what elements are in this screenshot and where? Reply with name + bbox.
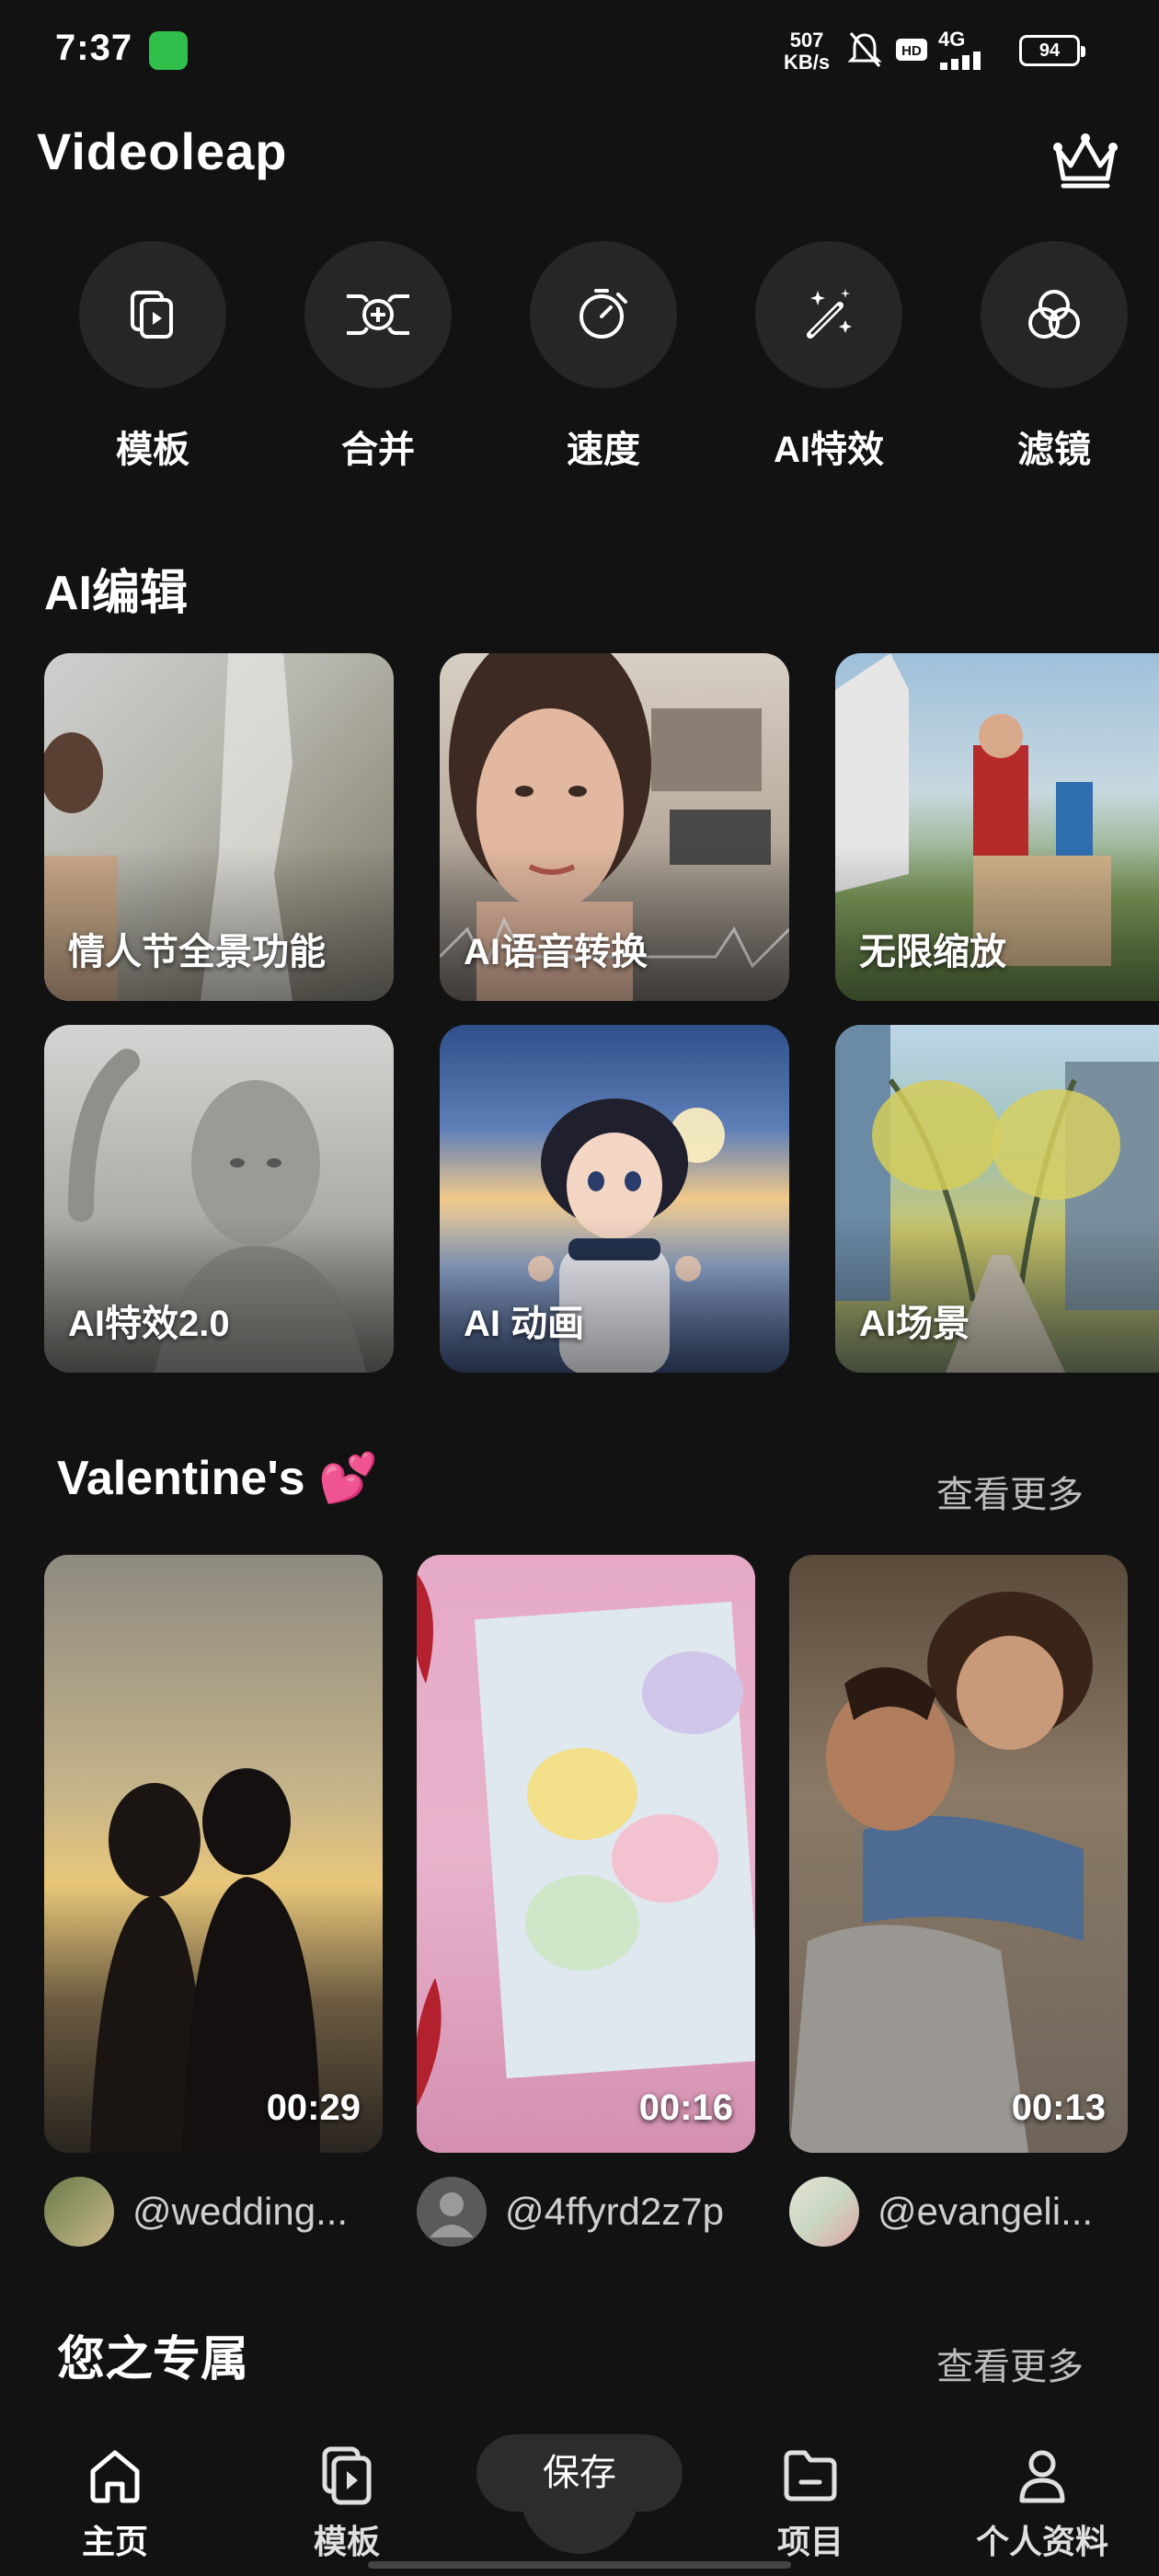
tool-merge[interactable]: 合并 <box>300 241 456 480</box>
tile-label: AI场景 <box>859 1304 970 1344</box>
tile-label: AI 动画 <box>464 1304 585 1344</box>
tool-label: 合并 <box>341 430 415 470</box>
home-icon <box>90 2450 140 2503</box>
status-bar: 7:37 507 KB/s HD 4G 94 <box>0 0 1159 101</box>
default-avatar-icon <box>430 2192 474 2237</box>
video-card[interactable]: 00:13 <box>789 1555 1128 2153</box>
tool-template[interactable]: 模板 <box>75 241 231 480</box>
video-duration: 00:16 <box>638 2087 733 2128</box>
ai-tile-infinite-zoom[interactable]: 无限缩放 <box>835 653 1159 1001</box>
tile-label: AI特效2.0 <box>68 1304 230 1344</box>
author-name: @wedding... <box>132 2190 349 2233</box>
nav-label: 项目 <box>776 2523 843 2560</box>
network-speed: 507 KB/s <box>784 29 830 74</box>
tools-row: 模板 合并 速度 AI特效 滤镜 <box>0 241 1159 480</box>
signal-icon <box>940 52 981 70</box>
template-icon <box>131 291 173 339</box>
nav-label: 主页 <box>81 2523 148 2560</box>
exclusive-section-title: 您之专属 <box>57 2333 249 2386</box>
nav-templates[interactable]: 模板 <box>264 2442 430 2563</box>
video-card[interactable]: 00:16 <box>417 1555 755 2153</box>
video-author[interactable]: @evangeli... <box>789 2175 1139 2248</box>
battery-icon: 94 <box>1019 35 1085 66</box>
filter-icon <box>1028 290 1080 339</box>
tool-circle <box>755 241 902 388</box>
template-icon <box>322 2446 372 2505</box>
tile-label: AI语音转换 <box>464 932 648 972</box>
ai-tile-ai-animation[interactable]: AI 动画 <box>440 1025 789 1373</box>
video-thumbnail <box>417 1573 755 2107</box>
nav-label: 个人资料 <box>975 2523 1108 2560</box>
author-name: @evangeli... <box>878 2190 1094 2233</box>
video-duration: 00:13 <box>1011 2087 1106 2128</box>
tool-label: 滤镜 <box>1017 430 1091 470</box>
avatar <box>789 2177 859 2247</box>
valentine-section-title: Valentine's 💕 <box>57 1452 378 1505</box>
avatar <box>44 2177 114 2247</box>
status-time: 7:37 <box>55 28 133 68</box>
tool-speed[interactable]: 速度 <box>525 241 682 480</box>
avatar <box>417 2177 487 2247</box>
notification-app-icon <box>149 31 188 70</box>
mute-icon <box>847 32 882 67</box>
save-button[interactable]: 保存 <box>476 2434 683 2512</box>
tile-label: 无限缩放 <box>859 932 1006 972</box>
network-type-label: 4G <box>938 28 966 51</box>
nav-home[interactable]: 主页 <box>32 2442 198 2563</box>
ai-tile-valentine-panorama[interactable]: 情人节全景功能 <box>44 653 394 1001</box>
network-type: 4G <box>938 29 993 70</box>
svg-text:HD: HD <box>901 43 922 59</box>
ai-tile-ai-scene[interactable]: AI场景 <box>835 1025 1159 1373</box>
exclusive-see-more-link[interactable]: 查看更多 <box>936 2337 1084 2390</box>
nav-profile[interactable]: 个人资料 <box>959 2442 1125 2563</box>
video-author[interactable]: @4ffyrd2z7p <box>417 2175 766 2248</box>
hd-icon: HD <box>896 39 927 61</box>
nav-label: 模板 <box>313 2523 380 2560</box>
video-thumbnail <box>789 1592 1093 2153</box>
tool-circle <box>304 241 452 388</box>
tool-circle <box>981 241 1128 388</box>
tool-ai-effects[interactable]: AI特效 <box>751 241 907 480</box>
tool-circle <box>79 241 226 388</box>
tool-label: 速度 <box>567 430 640 470</box>
network-speed-unit: KB/s <box>784 51 831 74</box>
tool-filter[interactable]: 滤镜 <box>976 241 1132 480</box>
video-card[interactable]: 00:29 <box>44 1555 383 2153</box>
ai-tile-voice-change[interactable]: AI语音转换 <box>440 653 789 1001</box>
tool-label: 模板 <box>116 430 189 470</box>
valentine-see-more-link[interactable]: 查看更多 <box>936 1465 1084 1518</box>
app-title: Videoleap <box>37 122 288 180</box>
video-thumbnail <box>90 1768 320 2153</box>
crown-icon[interactable] <box>1049 129 1122 193</box>
folder-icon <box>784 2450 837 2501</box>
tool-circle <box>530 241 677 388</box>
magic-wand-icon <box>807 289 852 339</box>
ai-section-title: AI编辑 <box>44 567 189 620</box>
ai-tile-ai-effects-2[interactable]: AI特效2.0 <box>44 1025 394 1373</box>
home-indicator <box>368 2561 791 2569</box>
video-duration: 00:29 <box>266 2087 361 2128</box>
network-speed-value: 507 <box>789 29 824 52</box>
speed-icon <box>580 289 627 339</box>
tool-label: AI特效 <box>774 430 884 470</box>
nav-projects[interactable]: 项目 <box>728 2442 893 2563</box>
profile-icon <box>1019 2450 1065 2503</box>
merge-icon <box>347 294 409 335</box>
author-name: @4ffyrd2z7p <box>505 2190 724 2233</box>
tile-label: 情人节全景功能 <box>68 932 326 972</box>
video-author[interactable]: @wedding... <box>44 2175 394 2248</box>
